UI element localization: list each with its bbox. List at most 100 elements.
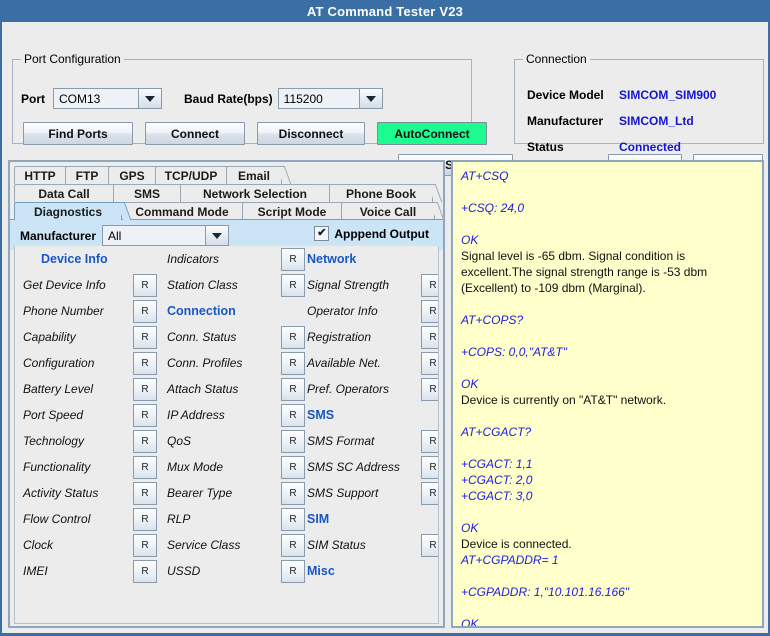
find-ports-button[interactable]: Find Ports [23, 122, 133, 145]
status-value: Connected [619, 140, 682, 154]
command-label: Battery Level [23, 382, 94, 396]
read-button-ip-address[interactable]: R [281, 403, 305, 427]
port-combobox-arrow-button[interactable] [138, 88, 162, 109]
read-button-technology[interactable]: R [133, 429, 157, 453]
read-button-sms-sc-address[interactable]: R [421, 455, 438, 479]
log-line-command: AT+COPS? [461, 313, 524, 327]
read-button-activity-status[interactable]: R [133, 481, 157, 505]
command-label: Phone Number [23, 304, 104, 318]
log-line-blank [461, 408, 754, 424]
read-button-service-class[interactable]: R [281, 533, 305, 557]
read-button-rlp[interactable]: R [281, 507, 305, 531]
read-button-operator-info[interactable]: R [421, 299, 438, 323]
command-label: Mux Mode [167, 460, 224, 474]
log-line-blank [461, 504, 754, 520]
read-button-sim-status[interactable]: R [421, 533, 438, 557]
port-label: Port [21, 91, 45, 106]
manufacturer-combobox[interactable]: All [102, 225, 230, 246]
read-button-qos[interactable]: R [281, 429, 305, 453]
read-button-indicators[interactable]: R [281, 247, 305, 271]
command-row: Registration R [307, 324, 438, 350]
read-button-capability[interactable]: R [133, 325, 157, 349]
command-label: SMS Support [307, 486, 379, 500]
baud-rate-combobox[interactable]: 115200 [277, 88, 383, 109]
tab-diagnostics[interactable]: Diagnostics [14, 202, 122, 220]
tab-tcp-udp[interactable]: TCP/UDP [155, 166, 227, 184]
read-button-phone-number[interactable]: R [133, 299, 157, 323]
command-label: Configuration [23, 356, 95, 370]
read-button-signal-strength[interactable]: R [421, 273, 438, 297]
log-line-description: Device is connected. [461, 537, 572, 551]
manufacturer-combobox-arrow-button[interactable] [205, 225, 230, 246]
baud-rate-combobox-arrow-button[interactable] [358, 88, 383, 109]
read-button-conn-status[interactable]: R [281, 325, 305, 349]
log-line-command: +CGACT: 1,1 [461, 457, 533, 471]
read-button-imei[interactable]: R [133, 559, 157, 583]
read-button-port-speed[interactable]: R [133, 403, 157, 427]
read-button-attach-status[interactable]: R [281, 377, 305, 401]
command-row: Attach Status R [167, 376, 305, 402]
command-row: Available Net. R [307, 350, 438, 376]
read-button-sms-format[interactable]: R [421, 429, 438, 453]
command-label: RLP [167, 512, 191, 526]
read-button-conn-profiles[interactable]: R [281, 351, 305, 375]
tab-data-call[interactable]: Data Call [14, 184, 114, 202]
port-combobox[interactable]: COM13 [53, 88, 162, 109]
command-label: Clock [23, 538, 54, 552]
log-output-panel[interactable]: AT+CSQ +CSQ: 24,0 OK Signal level is -65 db… [451, 160, 764, 628]
read-button-clock[interactable]: R [133, 533, 157, 557]
read-button-station-class[interactable]: R [281, 273, 305, 297]
tab-sms[interactable]: SMS [113, 184, 181, 202]
tab-email[interactable]: Email [226, 166, 282, 184]
tab-gps[interactable]: GPS [108, 166, 156, 184]
tab-row-1: HTTP FTP GPS TCP/UDP Email [14, 165, 443, 184]
chevron-down-icon [212, 232, 223, 239]
log-line-command: OK [461, 377, 479, 391]
log-line-command: AT+CGPADDR= 1 [461, 553, 559, 567]
connect-button[interactable]: Connect [145, 122, 245, 145]
command-column-1: Device Info Get Device Info R Phone Number R… [23, 246, 161, 584]
read-button-registration[interactable]: R [421, 325, 438, 349]
command-row: Battery Level R [23, 376, 161, 402]
read-button-flow-control[interactable]: R [133, 507, 157, 531]
tab-command-mode[interactable]: Command Mode [121, 202, 243, 220]
read-button-configuration[interactable]: R [133, 351, 157, 375]
read-button-sms-support[interactable]: R [421, 481, 438, 505]
autoconnect-button[interactable]: AutoConnect [377, 122, 487, 145]
tab-ftp[interactable]: FTP [65, 166, 109, 184]
tab-script-mode[interactable]: Script Mode [242, 202, 342, 220]
read-button-get-device-info[interactable]: R [133, 273, 157, 297]
log-line-command: AT+CSQ [461, 169, 509, 183]
tab-phone-book[interactable]: Phone Book [329, 184, 433, 202]
read-button-ussd[interactable]: R [281, 559, 305, 583]
connection-row: Device Model SIMCOM_SIM900 [527, 88, 716, 102]
command-row: IMEI R [23, 558, 161, 584]
tab-network-selection[interactable]: Network Selection [180, 184, 330, 202]
read-button-pref-operators[interactable]: R [421, 377, 438, 401]
command-label: QoS [167, 434, 192, 448]
chevron-down-icon [145, 95, 155, 102]
tab-voice-call[interactable]: Voice Call [341, 202, 435, 220]
command-label: IP Address [167, 408, 225, 422]
command-columns: Device Info Get Device Info R Phone Number R… [15, 246, 438, 623]
device-model-label: Device Model [527, 88, 604, 102]
command-label: IMEI [23, 564, 48, 578]
command-row: Functionality R [23, 454, 161, 480]
command-row: Configuration R [23, 350, 161, 376]
log-line-command: +CGPADDR: 1,"10.101.16.166" [461, 585, 630, 599]
log-line-command: +CSQ: 24,0 [461, 201, 525, 215]
disconnect-button[interactable]: Disconnect [257, 122, 365, 145]
command-row: RLP R [167, 506, 305, 532]
read-button-bearer-type[interactable]: R [281, 481, 305, 505]
read-button-available-net-[interactable]: R [421, 351, 438, 375]
read-button-battery-level[interactable]: R [133, 377, 157, 401]
command-list-scroll-area[interactable]: Device Info Get Device Info R Phone Number R… [14, 246, 439, 624]
read-button-mux-mode[interactable]: R [281, 455, 305, 479]
checkbox-box[interactable]: ✔ [314, 226, 330, 241]
read-button-functionality[interactable]: R [133, 455, 157, 479]
tab-http[interactable]: HTTP [14, 166, 66, 184]
append-output-checkbox[interactable]: ✔ Apppend Output [314, 226, 429, 241]
log-line-blank [461, 440, 754, 456]
baud-rate-combobox-value: 115200 [277, 88, 359, 109]
command-row: QoS R [167, 428, 305, 454]
